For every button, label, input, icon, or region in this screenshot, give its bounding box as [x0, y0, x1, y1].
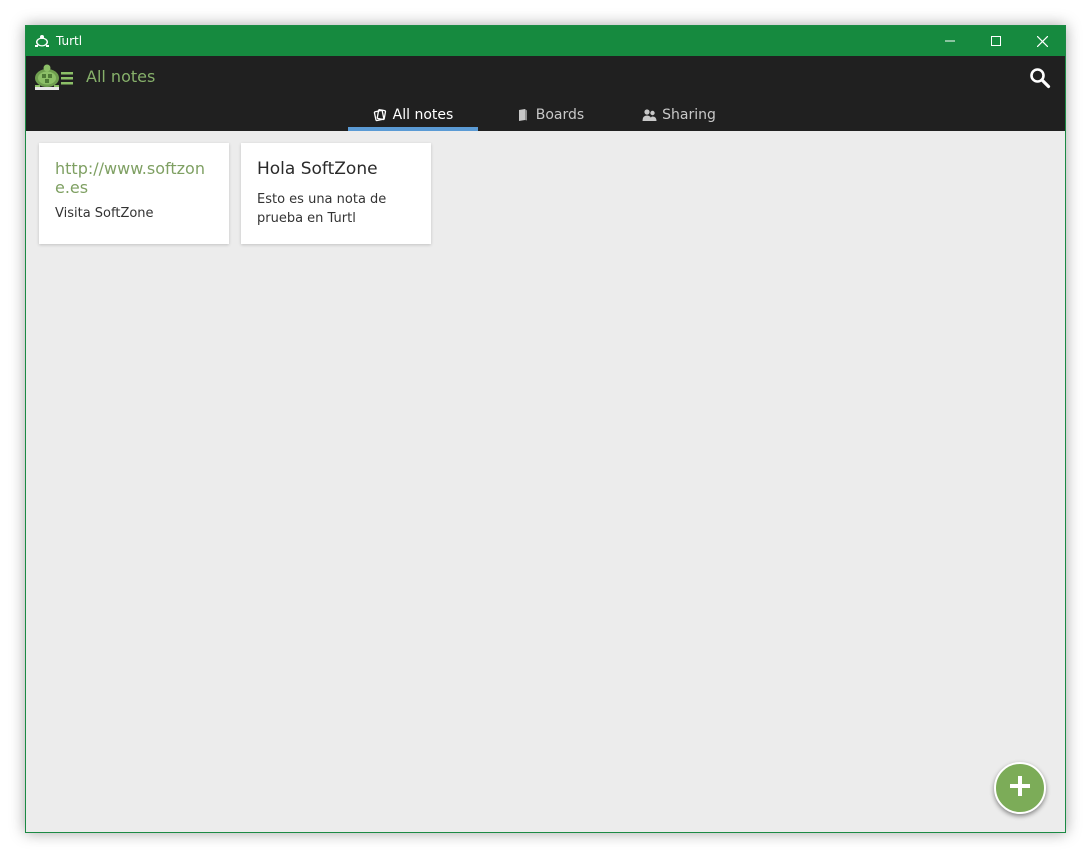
tab-boards[interactable]: Boards — [500, 98, 600, 131]
tab-label: Boards — [535, 106, 585, 123]
resize-grip-icon[interactable] — [1055, 822, 1063, 830]
turtle-menu-icon[interactable] — [33, 63, 75, 91]
tab-all-notes[interactable]: All notes — [348, 98, 478, 131]
board-icon — [516, 108, 530, 122]
search-icon[interactable] — [1029, 67, 1051, 89]
app-window: Turtl All notes All notes Boards Sharing… — [25, 25, 1066, 833]
page-title: All notes — [86, 67, 156, 86]
window-title: Turtl — [56, 34, 83, 48]
people-icon — [642, 108, 657, 122]
note-text: Esto es una nota de prueba en Turtl — [257, 192, 387, 226]
app-header: All notes All notes Boards Sharing — [26, 56, 1065, 131]
note-link[interactable]: http://www.softzone.es — [55, 159, 213, 197]
plus-icon — [1009, 775, 1031, 801]
tab-label: Sharing — [662, 106, 716, 123]
note-card[interactable]: Hola SoftZone Esto es una nota de prueba… — [241, 143, 431, 244]
notes-grid: http://www.softzone.es Visita SoftZone H… — [26, 131, 1065, 832]
tab-bar: All notes Boards Sharing — [26, 98, 1065, 131]
minimize-icon[interactable] — [927, 26, 973, 56]
close-icon[interactable] — [1019, 26, 1065, 56]
notes-icon — [373, 108, 387, 122]
add-note-button[interactable] — [994, 762, 1046, 814]
maximize-icon[interactable] — [973, 26, 1019, 56]
window-controls — [927, 26, 1065, 56]
note-title: Hola SoftZone — [257, 159, 378, 179]
tab-label: All notes — [392, 106, 454, 123]
tab-sharing[interactable]: Sharing — [629, 98, 729, 131]
note-card[interactable]: http://www.softzone.es Visita SoftZone — [39, 143, 229, 244]
title-bar[interactable]: Turtl — [26, 26, 1065, 56]
note-text: Visita SoftZone — [55, 206, 154, 221]
turtle-app-icon — [34, 33, 50, 49]
